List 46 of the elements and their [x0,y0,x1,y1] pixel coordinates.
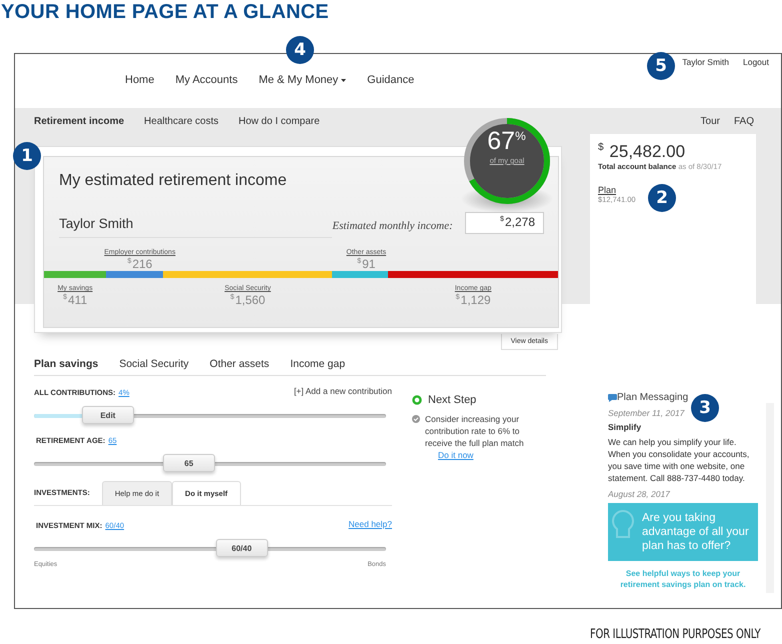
help-link[interactable]: FAQ [734,116,754,127]
chat-bubble-icon [608,394,617,402]
person-name: Taylor Smith [59,216,332,238]
message-date: September 11, 2017 [608,408,684,418]
plan-tab[interactable]: Income gap [290,358,346,370]
next-step-title: Next Step [428,394,476,406]
sub-nav-tab[interactable]: Healthcare costs [144,116,219,138]
need-help-link[interactable]: Need help? [348,519,392,529]
slider-thumb[interactable]: Edit [82,406,134,424]
monthly-income-label: Estimated monthly income: [332,220,453,232]
message-text: We can help you simplify your life. When you consolidate your accounts, you save time with one website, one statement. Call 888-737-4480 today. [608,436,750,484]
plan-tab[interactable]: Social Security [119,358,189,370]
monthly-income-value: $^{$}$2,278 [464,212,544,234]
nav-link[interactable]: My Accounts [175,74,238,86]
goal-percent: 67$^{%}$ [487,127,527,156]
slider-thumb[interactable]: 60/40 [216,539,268,557]
segment-amount: $^{$}$216 [127,256,152,271]
check-icon [412,415,420,423]
segment-amount: $^{$}$1,560 [230,292,266,307]
segment-amount: $^{$}$411 [63,292,88,307]
page-heading: YOUR HOME PAGE AT A GLANCE [0,0,330,25]
callout-number: 4 [286,36,314,64]
nav-link[interactable]: Me & My Money [258,74,346,86]
nav-link[interactable]: Guidance [367,74,414,86]
plan-tab[interactable]: Other assets [210,358,270,370]
callout-number: 5 [647,52,675,80]
balance-amount: $^{$}$ 25,482.00 [598,142,686,162]
nav-link[interactable]: Home [125,74,154,86]
promo-headline: Are you taking advantage of all your plan has to offer? [642,512,749,552]
messaging-title: Plan Messaging [617,392,688,403]
add-contribution-link[interactable]: [+] Add a new contribution [294,386,392,396]
logout-link[interactable]: Logout [743,57,769,67]
segment-amount: $^{$}$91 [357,256,376,271]
message-title: Simplify [608,422,642,432]
footer-note: FOR ILLUSTRATION PURPOSES ONLY [590,627,760,642]
callout-number: 3 [691,394,719,422]
card-title: My estimated retirement income [59,172,287,190]
plan-tab[interactable]: Plan savings [34,358,98,370]
sub-nav-tab[interactable]: Retirement income [34,116,124,138]
ring-icon [412,395,422,405]
segment-amount: $^{$}$1,129 [456,292,491,307]
user-name[interactable]: Taylor Smith [682,57,729,67]
slider-thumb[interactable]: 65 [162,454,215,472]
sub-nav-tab[interactable]: How do I compare [238,116,320,138]
next-step-text: Consider increasing your contribution rate to 6% to receive the full plan match [425,413,525,449]
help-link[interactable]: Tour [700,116,720,127]
